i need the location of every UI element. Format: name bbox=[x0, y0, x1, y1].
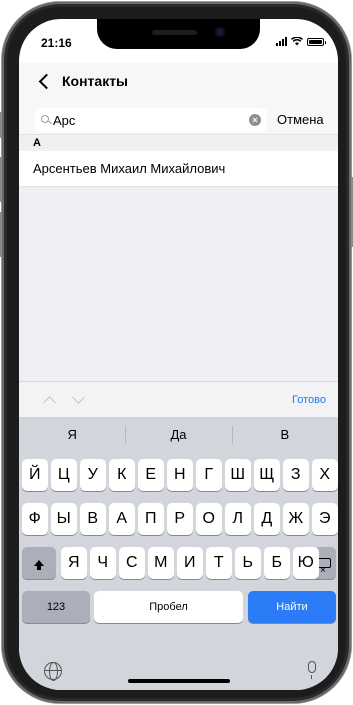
key-row-1: ЙЦУКЕНГШЩЗХ bbox=[19, 459, 338, 491]
back-button[interactable]: Контакты bbox=[37, 73, 128, 89]
search-icon bbox=[41, 115, 49, 123]
shift-icon bbox=[34, 560, 44, 570]
search-bar: × Отмена bbox=[19, 105, 338, 135]
status-time: 21:16 bbox=[41, 36, 72, 50]
letter-key[interactable]: Ь bbox=[235, 547, 261, 579]
letter-key[interactable]: Й bbox=[22, 459, 48, 491]
letter-key[interactable]: О bbox=[196, 503, 222, 535]
back-chevron-icon bbox=[38, 73, 55, 89]
list-empty-area bbox=[19, 187, 338, 397]
letter-key[interactable]: Ю bbox=[293, 547, 319, 579]
globe-icon[interactable] bbox=[44, 662, 62, 681]
section-header: А bbox=[19, 135, 338, 151]
letter-key[interactable]: Я bbox=[61, 547, 87, 579]
volume-down-button bbox=[0, 212, 2, 257]
letter-key[interactable]: Х bbox=[312, 459, 338, 491]
cancel-button[interactable]: Отмена bbox=[277, 112, 324, 127]
mute-switch bbox=[0, 112, 2, 138]
suggestion-bar: Я Да В bbox=[19, 417, 338, 453]
letter-key[interactable]: Б bbox=[264, 547, 290, 579]
numbers-key[interactable]: 123 bbox=[22, 591, 90, 623]
letter-key[interactable]: Ж bbox=[283, 503, 309, 535]
letter-key[interactable]: Ш bbox=[225, 459, 251, 491]
letter-key[interactable]: В bbox=[80, 503, 106, 535]
letter-key[interactable]: У bbox=[80, 459, 106, 491]
next-field-icon[interactable] bbox=[72, 391, 85, 404]
key-row-2: ФЫВАПРОЛДЖЭ bbox=[19, 503, 338, 535]
keyboard: Я Да В ЙЦУКЕНГШЩЗХ ФЫВАПРОЛДЖЭ ЯЧСМИТЬБЮ… bbox=[19, 417, 338, 690]
search-field[interactable]: × bbox=[35, 108, 267, 132]
done-button[interactable]: Готово bbox=[292, 394, 326, 406]
key-row-3: ЯЧСМИТЬБЮ bbox=[19, 547, 338, 587]
letter-key[interactable]: П bbox=[138, 503, 164, 535]
letter-key[interactable]: Э bbox=[312, 503, 338, 535]
letter-key[interactable]: Ч bbox=[90, 547, 116, 579]
notch bbox=[97, 19, 260, 49]
letter-key[interactable]: Ц bbox=[51, 459, 77, 491]
list-item[interactable]: Арсентьев Михаил Михайлович bbox=[19, 151, 338, 187]
mic-icon[interactable] bbox=[308, 661, 316, 679]
letter-key[interactable]: М bbox=[148, 547, 174, 579]
letter-key[interactable]: И bbox=[177, 547, 203, 579]
letter-key[interactable]: Щ bbox=[254, 459, 280, 491]
letter-key[interactable]: С bbox=[119, 547, 145, 579]
screen: 21:16 Контакты Арс × Отмена А Арсентьев … bbox=[19, 19, 338, 690]
speaker bbox=[152, 30, 197, 35]
letter-key[interactable]: Ф bbox=[22, 503, 48, 535]
wifi-icon bbox=[291, 37, 303, 46]
camera bbox=[215, 27, 225, 37]
device-frame: 21:16 Контакты Арс × Отмена А Арсентьев … bbox=[0, 2, 353, 703]
space-key[interactable]: Пробел bbox=[94, 591, 243, 623]
letter-key[interactable]: Е bbox=[138, 459, 164, 491]
letter-key[interactable]: Н bbox=[167, 459, 193, 491]
suggestion-item[interactable]: В bbox=[231, 417, 338, 453]
battery-icon bbox=[307, 37, 326, 46]
letter-key[interactable]: А bbox=[109, 503, 135, 535]
key-row-4: 123 Пробел Найти bbox=[19, 591, 338, 623]
suggestion-item[interactable]: Я bbox=[19, 417, 125, 453]
navigation-bar: Контакты bbox=[19, 63, 338, 105]
shift-key[interactable] bbox=[22, 547, 56, 579]
keyboard-accessory-bar: Готово bbox=[19, 381, 338, 417]
letter-key[interactable]: Д bbox=[254, 503, 280, 535]
page-title: Контакты bbox=[62, 73, 129, 89]
volume-up-button bbox=[0, 157, 2, 202]
signal-icon bbox=[276, 37, 287, 46]
status-icons bbox=[276, 37, 326, 46]
letter-key[interactable]: Л bbox=[225, 503, 251, 535]
letter-key[interactable]: З bbox=[283, 459, 309, 491]
suggestion-item[interactable]: Да bbox=[125, 417, 231, 453]
home-indicator bbox=[128, 679, 230, 683]
letter-key[interactable]: Ы bbox=[51, 503, 77, 535]
clear-icon[interactable]: × bbox=[249, 114, 261, 126]
search-go-key[interactable]: Найти bbox=[248, 591, 336, 623]
letter-key[interactable]: Р bbox=[167, 503, 193, 535]
backspace-icon bbox=[317, 555, 331, 587]
previous-field-icon[interactable] bbox=[43, 396, 56, 409]
letter-key[interactable]: Г bbox=[196, 459, 222, 491]
search-input[interactable] bbox=[53, 111, 253, 129]
letter-key[interactable]: К bbox=[109, 459, 135, 491]
letter-key[interactable]: Т bbox=[206, 547, 232, 579]
